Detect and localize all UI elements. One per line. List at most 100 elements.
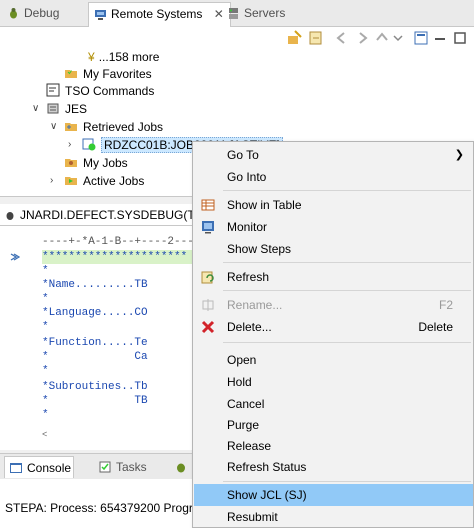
collapse-chevron-icon[interactable]: › — [68, 136, 78, 154]
code-line: * TB — [42, 395, 148, 407]
menu-item-hold[interactable]: Hold — [194, 371, 473, 393]
refresh-view-icon[interactable] — [308, 30, 324, 46]
menu-separator — [223, 342, 471, 343]
code-line: *Function.....Te — [42, 337, 148, 349]
menu-separator — [223, 290, 471, 291]
tree-item-my-jobs[interactable]: My Jobs — [64, 154, 128, 172]
tree-item-retrieved-jobs[interactable]: Retrieved Jobs — [64, 118, 163, 136]
menu-item-go-to[interactable]: Go To ❯ — [194, 144, 473, 166]
editor-tab[interactable]: JNARDI.DEFECT.SYSDEBUG(TBNWFNUL) — [0, 204, 200, 226]
tab-tasks[interactable]: Tasks — [94, 456, 147, 478]
code-line: *Subroutines..Tb — [42, 381, 148, 393]
menu-item-monitor-label: Monitor — [227, 220, 268, 234]
refresh-icon — [201, 271, 214, 284]
tso-commands-icon — [46, 83, 60, 97]
code-line: * — [42, 365, 49, 377]
menu-item-release[interactable]: Release — [194, 435, 473, 457]
console-output: STEPA: Process: 654379200 Program — [0, 479, 210, 528]
menu-item-rename-shortcut: F2 — [438, 298, 453, 312]
tree-item-more[interactable]: ¥ ...158 more — [88, 48, 159, 66]
remote-systems-icon — [95, 10, 106, 20]
submenu-arrow-icon: ❯ — [454, 149, 464, 161]
rename-icon — [202, 299, 214, 311]
maximize-icon[interactable] — [452, 30, 468, 46]
code-line: *Name.........TB — [42, 279, 148, 291]
context-menu: Go To ❯ Go Into Show in Table Monitor Sh… — [192, 141, 474, 528]
menu-item-rename[interactable]: Rename... F2 — [194, 294, 473, 316]
tree-item-more-label: ...158 more — [98, 50, 160, 64]
collapse-chevron-icon[interactable]: › — [50, 172, 60, 190]
debug-bug-icon — [10, 8, 17, 19]
more-chevron-icon: ¥ — [88, 50, 95, 64]
code-line: ********************** — [42, 250, 200, 264]
view-tab-bar: Debug Remote Systems ✕ Servers — [0, 0, 474, 28]
monitor-icon — [202, 221, 214, 234]
tab-remote-systems[interactable]: Remote Systems ✕ — [88, 2, 231, 28]
code-line: * — [42, 321, 49, 333]
tree-item-active-jobs[interactable]: Active Jobs — [64, 172, 144, 190]
menu-item-refresh-status[interactable]: Refresh Status — [194, 456, 473, 478]
collapse-all-icon[interactable] — [413, 30, 429, 46]
menu-item-go-into-label: Go Into — [227, 170, 267, 184]
menu-item-cancel[interactable]: Cancel — [194, 393, 473, 415]
menu-item-delete-shortcut: Delete — [418, 320, 453, 334]
editor-tab-title: JNARDI.DEFECT.SYSDEBUG(TBNWFNUL) — [20, 208, 200, 222]
menu-item-show-in-table-label: Show in Table — [227, 198, 302, 212]
menu-item-show-jcl[interactable]: Show JCL (SJ) — [194, 484, 473, 506]
menu-item-delete[interactable]: Delete... Delete — [194, 316, 473, 338]
menu-item-refresh[interactable]: Refresh — [194, 266, 473, 288]
tree-item-tso[interactable]: TSO Commands — [46, 82, 154, 100]
retrieved-jobs-icon — [65, 123, 77, 131]
menu-item-release-label: Release — [227, 439, 272, 453]
menu-item-monitor[interactable]: Monitor — [194, 216, 473, 238]
code-line: *Language.....CO — [42, 307, 148, 319]
console-status-text: STEPA: Process: 654379200 Program — [5, 501, 210, 515]
tab-servers[interactable]: Servers — [222, 2, 291, 26]
menu-item-open-label: Open — [227, 353, 257, 367]
tab-debug[interactable]: Debug — [2, 2, 65, 26]
menu-item-show-in-table[interactable]: Show in Table — [194, 194, 473, 216]
menu-separator — [223, 190, 471, 191]
up-arrow-icon[interactable] — [374, 30, 390, 46]
expand-chevron-icon[interactable]: ∨ — [50, 118, 60, 136]
menu-item-refresh-status-label: Refresh Status — [227, 460, 307, 474]
forward-arrow-icon[interactable] — [354, 30, 370, 46]
view-menu-icon[interactable] — [390, 30, 406, 46]
tree-item-favorites[interactable]: My Favorites — [64, 65, 152, 83]
new-connection-icon[interactable] — [286, 30, 302, 46]
favorites-folder-icon — [65, 70, 77, 78]
tree-item-active-jobs-label: Active Jobs — [83, 174, 145, 188]
tab-tasks-label: Tasks — [116, 460, 147, 474]
code-line: * — [42, 293, 49, 305]
menu-item-show-steps[interactable]: Show Steps — [194, 238, 473, 260]
jes-icon — [47, 103, 59, 114]
menu-item-refresh-label: Refresh — [227, 270, 270, 284]
current-line-arrow-icon — [10, 253, 20, 261]
expand-chevron-icon[interactable]: ∨ — [32, 100, 42, 118]
debug-bug-icon[interactable] — [174, 460, 188, 474]
tasks-icon — [99, 461, 111, 473]
menu-item-open[interactable]: Open — [194, 349, 473, 371]
code-line: * Ca — [42, 351, 148, 363]
menu-item-rename-label: Rename... — [227, 298, 283, 312]
tab-remote-systems-label: Remote Systems — [111, 7, 203, 21]
code-line: * — [42, 265, 49, 277]
back-arrow-icon[interactable] — [334, 30, 350, 46]
menu-item-resubmit[interactable]: Resubmit — [194, 506, 473, 528]
active-jobs-icon — [65, 177, 77, 185]
horizontal-scrollbar[interactable]: < — [42, 430, 200, 440]
menu-item-delete-label: Delete... — [227, 320, 272, 334]
tab-console[interactable]: Console — [4, 456, 74, 478]
menu-item-purge[interactable]: Purge — [194, 414, 473, 436]
console-icon — [10, 463, 22, 473]
minimize-icon[interactable] — [432, 30, 448, 46]
menu-item-go-into[interactable]: Go Into — [194, 166, 473, 188]
source-editor[interactable]: ----+-*A-1-B--+----2--- ****************… — [0, 226, 200, 450]
servers-icon — [229, 8, 238, 19]
tree-item-jes[interactable]: JES — [46, 100, 87, 118]
tab-servers-label: Servers — [244, 6, 286, 20]
menu-item-purge-label: Purge — [227, 418, 260, 432]
menu-item-show-steps-label: Show Steps — [227, 242, 292, 256]
table-icon — [201, 199, 215, 211]
menu-item-show-jcl-label: Show JCL (SJ) — [227, 488, 307, 502]
